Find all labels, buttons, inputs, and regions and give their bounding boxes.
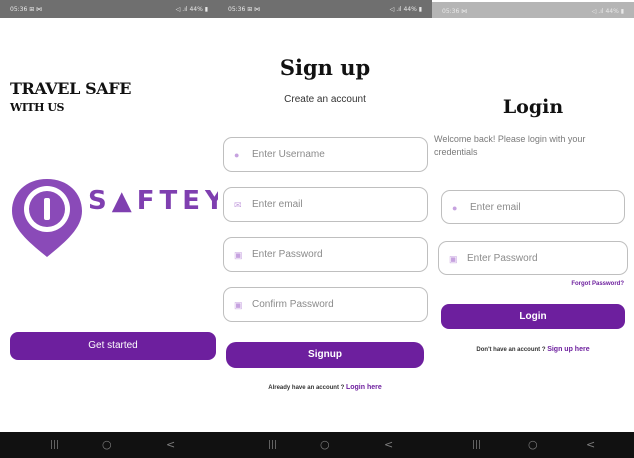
nav-bar: ||| ○ < [432, 432, 634, 458]
forgot-password-link[interactable]: Forgot Password? [571, 281, 624, 287]
have-account-text: Already have an account ? [268, 385, 345, 391]
status-signal: ◁ .ıl 44% ▮ [591, 8, 624, 15]
status-signal: ◁ .ıl 44% ▮ [389, 6, 422, 13]
home-icon[interactable]: ○ [102, 438, 112, 452]
brand-wordmark: S▲FTEY [88, 186, 218, 216]
login-prompt: Already have an account ? Login here [218, 384, 432, 391]
page-title: Sign up [279, 55, 371, 80]
back-icon[interactable]: < [586, 438, 595, 452]
status-signal: ◁ .ıl 44% ▮ [175, 6, 208, 13]
signup-screen: 05:36 ⊞ ⋈ ◁ .ıl 44% ▮ Sign up Create an … [218, 0, 432, 458]
email-placeholder: Enter email [252, 199, 303, 210]
headline-line1: TRAVEL SAFE [10, 79, 132, 98]
home-icon[interactable]: ○ [320, 438, 330, 452]
nav-bar: ||| ○ < [0, 432, 218, 458]
location-pin-logo-icon [12, 179, 82, 257]
signup-button[interactable]: Signup [226, 342, 424, 368]
page-title: Login [502, 96, 564, 118]
password-placeholder: Enter Password [252, 249, 323, 260]
status-bar: 05:36 ⋈ ◁ .ıl 44% ▮ [432, 2, 634, 18]
nav-bar: ||| ○ < [218, 432, 432, 458]
login-link[interactable]: Login here [346, 384, 382, 391]
welcome-screen: 05:36 ⊞ ⋈ ◁ .ıl 44% ▮ TRAVEL SAFE WITH U… [0, 0, 218, 458]
username-field[interactable]: ● Enter Username [223, 137, 428, 172]
password-placeholder: Enter Password [467, 253, 538, 264]
mail-icon: ✉ [234, 200, 242, 210]
status-time: 05:36 ⋈ [442, 8, 468, 15]
user-icon: ● [234, 150, 240, 160]
user-icon: ● [452, 203, 458, 213]
recent-apps-icon[interactable]: ||| [472, 438, 481, 452]
email-placeholder: Enter email [470, 202, 521, 213]
back-icon[interactable]: < [166, 438, 175, 452]
lock-icon: ▣ [234, 300, 243, 310]
home-icon[interactable]: ○ [528, 438, 538, 452]
welcome-text: Welcome back! Please login with your cre… [434, 134, 586, 157]
status-time: 05:36 ⊞ ⋈ [10, 6, 43, 13]
headline-line2: WITH US [10, 101, 64, 114]
lock-icon: ▣ [449, 254, 458, 264]
get-started-button[interactable]: Get started [10, 332, 216, 360]
password-field[interactable]: ▣ Enter Password [438, 241, 628, 275]
signup-link[interactable]: Sign up here [547, 346, 589, 353]
confirm-password-field[interactable]: ▣ Confirm Password [223, 287, 428, 322]
recent-apps-icon[interactable]: ||| [268, 438, 277, 452]
signup-prompt: Don't have an account ? Sign up here [432, 346, 634, 353]
email-field[interactable]: ● Enter email [441, 190, 625, 224]
back-icon[interactable]: < [384, 438, 393, 452]
status-bar: 05:36 ⊞ ⋈ ◁ .ıl 44% ▮ [218, 0, 432, 18]
login-screen: 05:36 ⋈ ◁ .ıl 44% ▮ Login Welcome back! … [432, 0, 634, 458]
lock-icon: ▣ [234, 250, 243, 260]
confirm-password-placeholder: Confirm Password [252, 299, 334, 310]
login-button[interactable]: Login [441, 304, 625, 329]
recent-apps-icon[interactable]: ||| [50, 438, 59, 452]
username-placeholder: Enter Username [252, 149, 325, 160]
email-field[interactable]: ✉ Enter email [223, 187, 428, 222]
no-account-text: Don't have an account ? [476, 347, 546, 353]
status-time: 05:36 ⊞ ⋈ [228, 6, 261, 13]
status-bar: 05:36 ⊞ ⋈ ◁ .ıl 44% ▮ [0, 0, 218, 18]
page-subtitle: Create an account [284, 94, 366, 105]
password-field[interactable]: ▣ Enter Password [223, 237, 428, 272]
